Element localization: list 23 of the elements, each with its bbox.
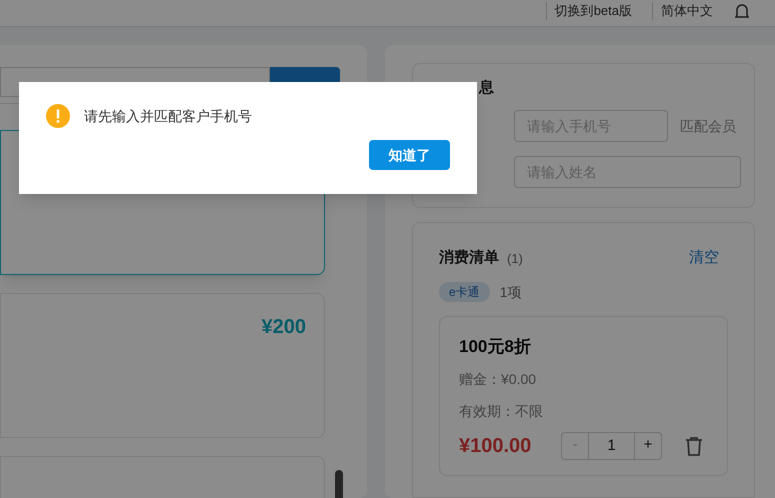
package-price: ¥200 — [262, 315, 306, 338]
increase-button[interactable]: + — [634, 432, 661, 458]
quantity-value[interactable]: 1 — [589, 432, 634, 458]
bell-icon[interactable] — [733, 2, 751, 20]
item-validity: 有效期：不限 — [459, 402, 544, 420]
acknowledge-button[interactable]: 知道了 — [369, 140, 450, 170]
clear-link[interactable]: 清空 — [689, 247, 719, 270]
header-link[interactable]: 简体中文 — [652, 2, 721, 20]
item-bonus: 赠金：¥0.00 — [459, 370, 538, 388]
trash-icon[interactable] — [685, 436, 703, 456]
item-price: ¥100.00 — [459, 434, 532, 458]
scrollbar-thumb[interactable] — [335, 470, 343, 498]
category-tag: e卡通 — [439, 282, 490, 302]
package-card[interactable]: ¥200 — [0, 293, 325, 438]
order-count: (1) — [507, 250, 523, 268]
warning-icon — [46, 104, 70, 128]
order-title: 消费清单 — [439, 248, 499, 268]
item-name: 100元8折 — [459, 336, 532, 356]
item-count: 1项 — [500, 282, 522, 302]
header-link[interactable]: 切换到beta版 — [546, 2, 640, 20]
section-title: 息 — [479, 78, 494, 98]
match-member-link[interactable]: 匹配会员 — [680, 116, 736, 136]
alert-message: 请先输入并匹配客户手机号 — [84, 106, 252, 126]
